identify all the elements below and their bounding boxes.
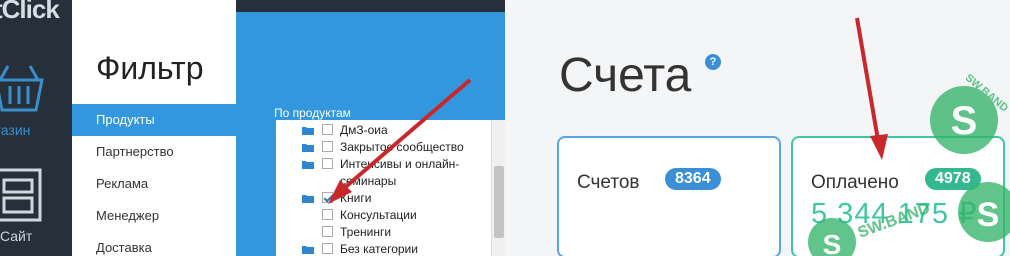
tree-item-label: Без категории xyxy=(340,242,418,256)
tree-item-continuation: семинары xyxy=(276,173,491,189)
folder-icon xyxy=(302,127,314,135)
filter-menu-products[interactable]: Продукты xyxy=(72,104,236,136)
app-logo: tClick xyxy=(0,0,60,24)
filter-menu: Продукты Партнерство Реклама Менеджер До… xyxy=(72,104,236,256)
card-label: Оплачено xyxy=(811,172,899,193)
filter-menu-ads[interactable]: Реклама xyxy=(72,168,236,200)
page-title: Счета xyxy=(559,49,692,102)
filter-menu-manager[interactable]: Менеджер xyxy=(72,200,236,232)
filter-menu-delivery[interactable]: Доставка xyxy=(72,232,236,256)
folder-icon xyxy=(302,195,314,203)
tree-scrollbar[interactable] xyxy=(491,120,505,256)
checkbox-checked[interactable] xyxy=(322,192,333,203)
tree-item-label: семинары xyxy=(340,174,397,188)
product-tree: ДмЗ-оиа Закрытое сообщество Интенсивы и … xyxy=(276,120,505,256)
top-bar xyxy=(236,0,505,12)
tree-item[interactable]: Без категории xyxy=(276,241,491,256)
tree-item[interactable]: ДмЗ-оиа xyxy=(276,122,491,138)
folder-icon xyxy=(302,246,314,254)
tree-item-label: Книги xyxy=(340,191,372,205)
invoices-panel: Счета ? Счетов 8364 Оплачено 4978 5 344 … xyxy=(505,0,1010,256)
count-badge: 8364 xyxy=(665,168,721,190)
invoices-count-card[interactable]: Счетов 8364 xyxy=(557,136,781,256)
basket-icon[interactable] xyxy=(0,62,44,119)
checkbox[interactable] xyxy=(322,226,333,237)
folder-icon xyxy=(302,144,314,152)
card-label: Счетов xyxy=(577,172,640,193)
filter-menu-partnership[interactable]: Партнерство xyxy=(72,136,236,168)
app-sidebar: tClick газин Сайт xyxy=(0,0,72,256)
checkbox[interactable] xyxy=(322,243,333,254)
sidebar-item-site[interactable]: Сайт xyxy=(0,228,32,244)
tree-item-label: Закрытое сообщество xyxy=(340,140,464,154)
checkbox[interactable] xyxy=(322,124,333,135)
sidebar-item-shop[interactable]: газин xyxy=(0,122,30,138)
tree-item-label: Консультации xyxy=(340,208,417,222)
filter-panel: Фильтр Продукты Партнерство Реклама Мене… xyxy=(72,0,236,256)
folder-icon xyxy=(302,161,314,169)
help-icon[interactable]: ? xyxy=(705,54,721,70)
tree-item-label: ДмЗ-оиа xyxy=(340,123,388,137)
filter-title: Фильтр xyxy=(96,50,204,86)
checkbox[interactable] xyxy=(322,141,333,152)
paid-card[interactable]: Оплачено 4978 5 344 175 ₽ xyxy=(791,136,1005,256)
storefront-icon[interactable] xyxy=(0,168,44,229)
count-badge: 4978 xyxy=(925,168,981,190)
tree-item-label: Тренинги xyxy=(340,225,392,239)
paid-amount: 5 344 175 ₽ xyxy=(811,198,978,230)
checkbox[interactable] xyxy=(322,209,333,220)
tree-item[interactable]: Интенсивы и онлайн- xyxy=(276,156,491,172)
tree-item[interactable]: Консультации xyxy=(276,207,491,223)
tree-item[interactable]: Тренинги xyxy=(276,224,491,240)
scrollbar-thumb[interactable] xyxy=(494,166,504,238)
tree-item-label: Интенсивы и онлайн- xyxy=(340,157,460,171)
tree-item[interactable]: Книги xyxy=(276,190,491,206)
product-group-label: По продуктам xyxy=(274,106,351,120)
checkbox[interactable] xyxy=(322,158,333,169)
tree-item[interactable]: Закрытое сообщество xyxy=(276,139,491,155)
filter-body: По продуктам ДмЗ-оиа Закрытое сообщество… xyxy=(236,0,505,256)
